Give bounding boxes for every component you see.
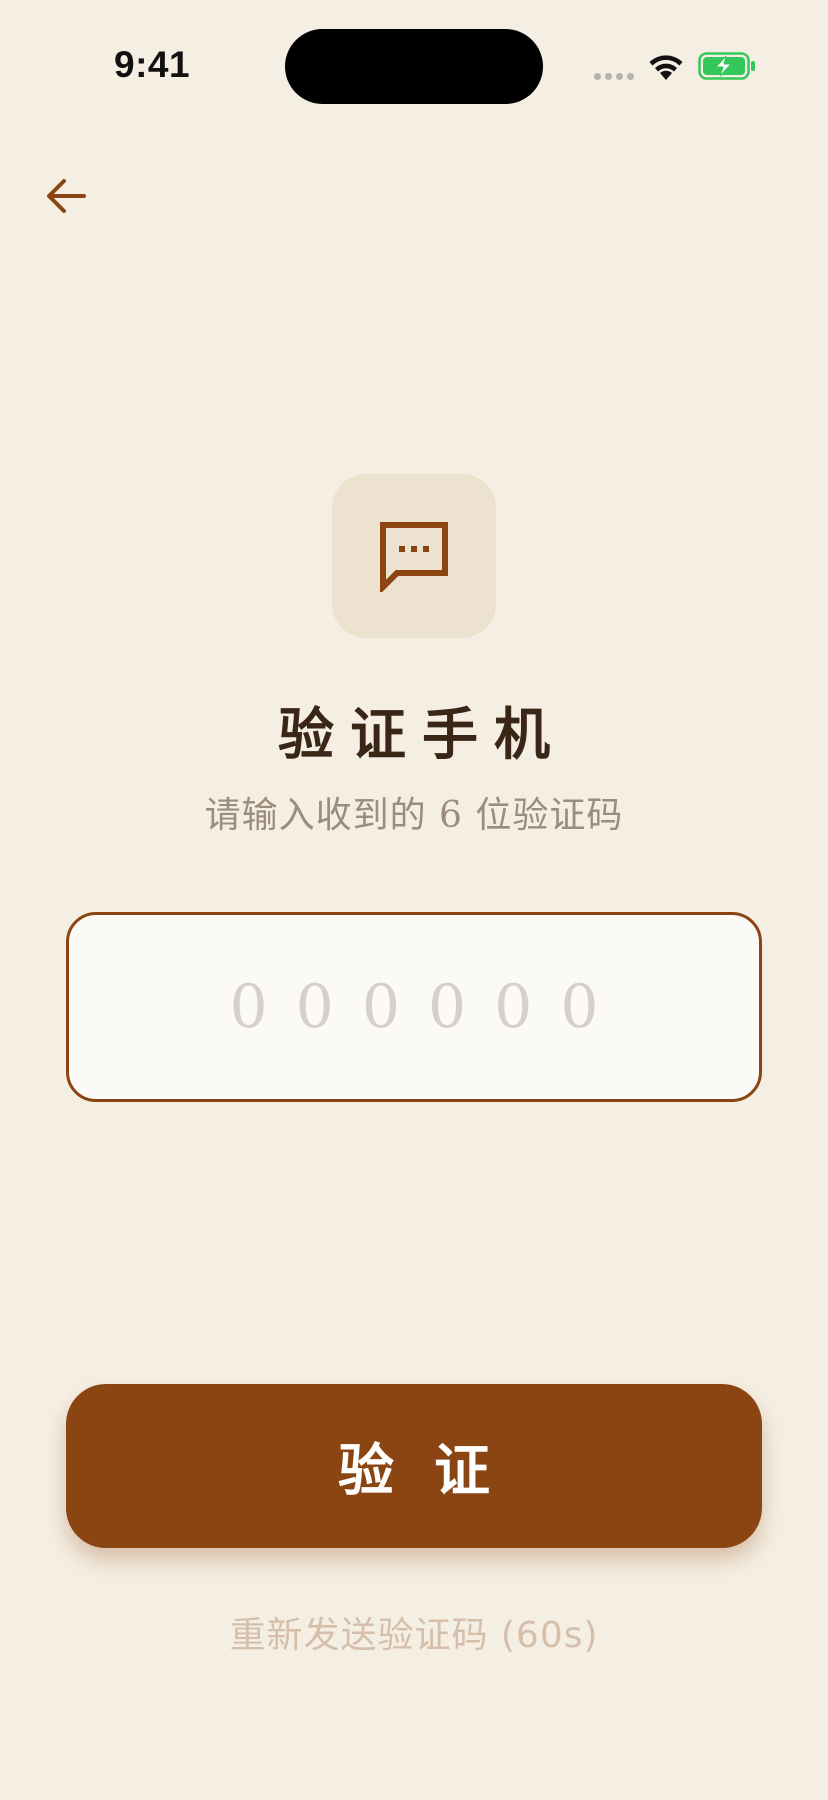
resend-code-link[interactable]: 重新发送验证码 (60s) [0,1606,828,1658]
verification-code-input[interactable] [102,971,726,1043]
page-title: 验证手机 [278,702,566,768]
cellular-signal-icon [594,73,636,81]
back-button[interactable] [36,166,96,226]
battery-charging-icon [698,52,755,80]
message-dots-icon [380,522,448,592]
dynamic-island [285,29,543,104]
status-time: 9:41 [114,44,191,85]
status-bar: 9:41 [0,0,828,140]
verification-code-field[interactable] [66,912,762,1102]
arrow-left-icon [47,179,86,213]
status-icons [590,48,760,88]
wifi-icon [649,55,683,80]
page-subtitle: 请输入收到的 6 位验证码 [204,795,624,836]
verify-button[interactable]: 验证 [66,1384,762,1548]
message-icon-tile [332,474,496,638]
